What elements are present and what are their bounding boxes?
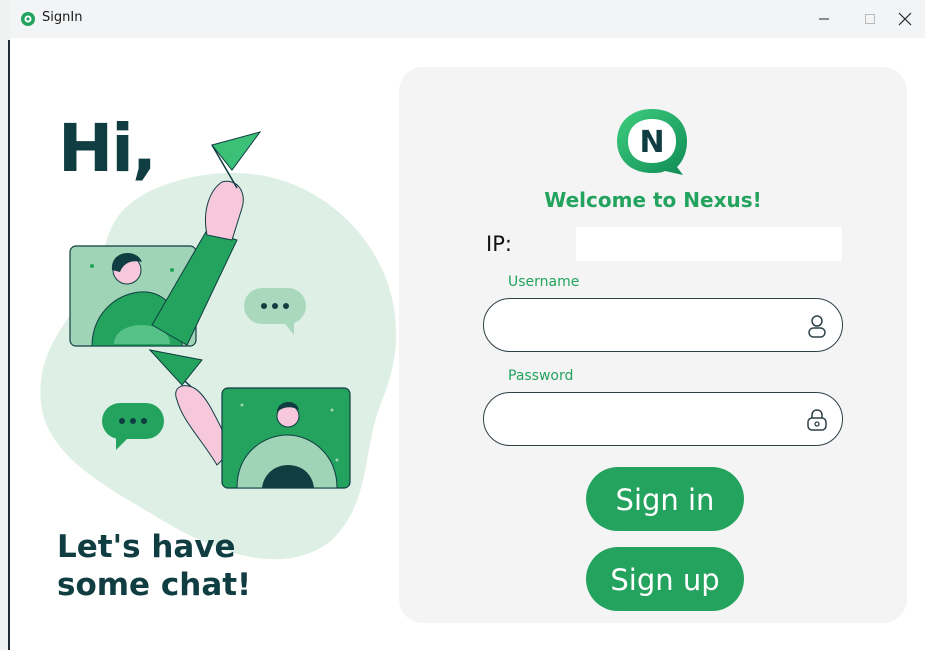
username-label: Username bbox=[508, 274, 580, 290]
sign-in-button[interactable]: Sign in bbox=[586, 467, 744, 531]
maximize-icon bbox=[865, 14, 875, 24]
video-card-man bbox=[221, 387, 351, 489]
minimize-icon bbox=[819, 18, 829, 20]
welcome-heading: Welcome to Nexus! bbox=[544, 188, 762, 212]
title-bar[interactable]: SignIn bbox=[10, 0, 925, 38]
user-icon bbox=[808, 315, 826, 338]
ip-label: IP: bbox=[486, 232, 512, 256]
sign-up-button[interactable]: Sign up bbox=[586, 547, 744, 611]
signin-window: SignIn Hi, Let's have some chat! N Welco… bbox=[10, 0, 925, 650]
nexus-logo-icon: N bbox=[617, 109, 687, 175]
background-window-edge bbox=[0, 0, 10, 650]
lock-icon bbox=[807, 409, 827, 431]
close-button[interactable] bbox=[882, 0, 925, 38]
password-field[interactable] bbox=[483, 392, 843, 446]
password-label: Password bbox=[508, 368, 574, 384]
ip-input[interactable] bbox=[576, 227, 842, 261]
close-icon bbox=[898, 12, 912, 26]
window-title: SignIn bbox=[42, 10, 83, 25]
logo-letter: N bbox=[639, 125, 664, 160]
minimize-button[interactable] bbox=[801, 0, 847, 38]
tagline-heading: Let's have some chat! bbox=[57, 529, 252, 603]
username-field[interactable] bbox=[483, 298, 843, 352]
chat-illustration bbox=[40, 131, 397, 560]
password-input[interactable] bbox=[504, 401, 798, 439]
app-logo-icon bbox=[21, 12, 35, 26]
username-input[interactable] bbox=[504, 307, 798, 345]
login-card: N Welcome to Nexus! IP: Username Passwor… bbox=[399, 67, 907, 623]
